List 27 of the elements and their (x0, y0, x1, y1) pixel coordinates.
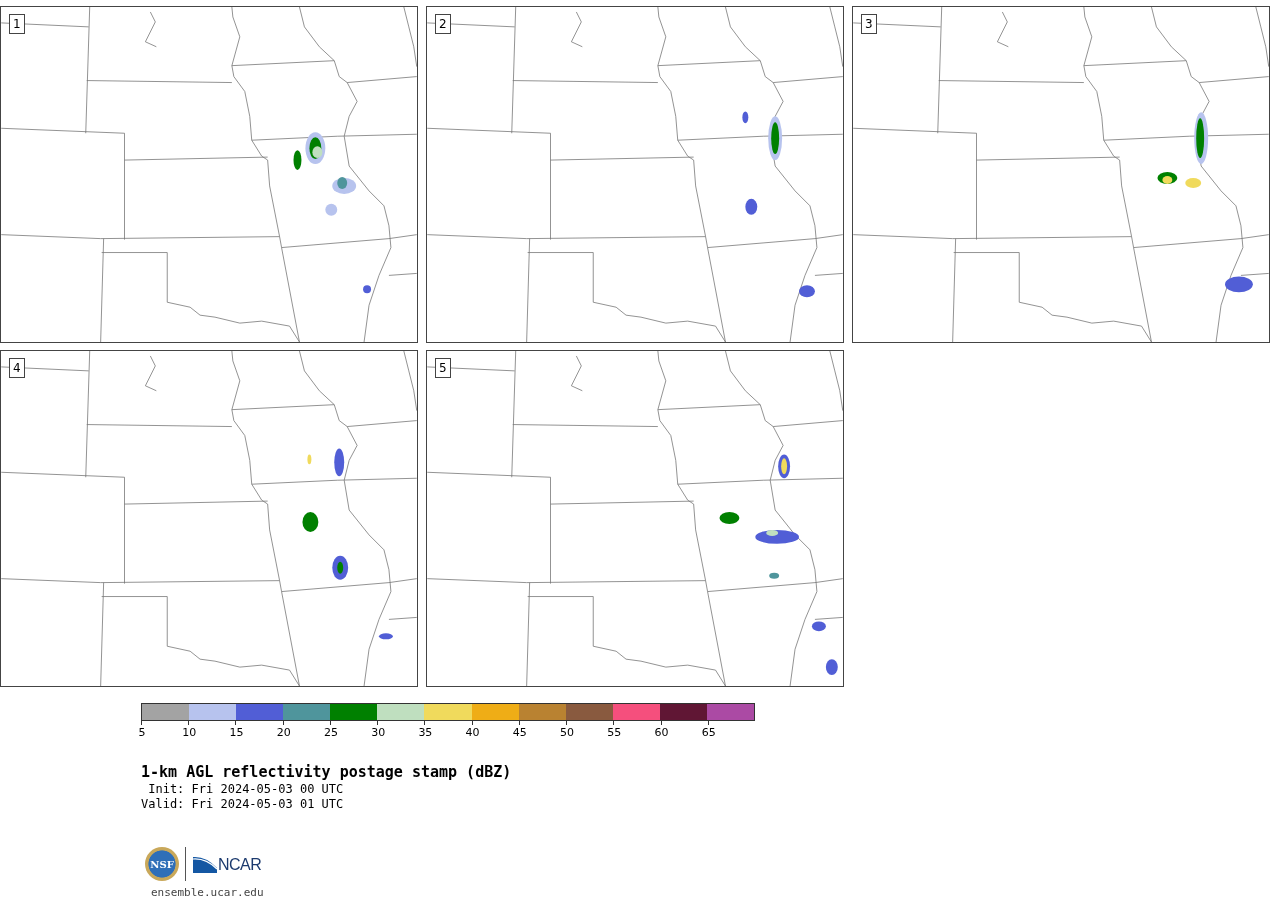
tick-label: 50 (560, 726, 575, 739)
time-value: Fri 2024-05-03 01 UTC (191, 797, 344, 812)
time-value: Fri 2024-05-03 00 UTC (191, 782, 344, 797)
time-label: Valid: (141, 797, 185, 812)
panel-number: 5 (435, 358, 451, 378)
panel-number: 1 (9, 14, 25, 34)
panel-number: 4 (9, 358, 25, 378)
tick-label: 30 (371, 726, 386, 739)
tick-label: 65 (701, 726, 716, 739)
ncar-logo: NCAR (218, 856, 262, 874)
panel-number: 2 (435, 14, 451, 34)
time-label: Init: (147, 782, 185, 797)
website-url: ensemble.ucar.edu (151, 886, 265, 899)
tick-label: 55 (607, 726, 622, 739)
tick-label: 45 (512, 726, 527, 739)
tick-label: 60 (654, 726, 669, 739)
tick-label: 5 (138, 726, 146, 739)
plot-title: 1-km AGL reflectivity postage stamp (dBZ) (141, 763, 513, 781)
tick-label: 40 (465, 726, 480, 739)
nsf-logo: NSF (145, 847, 179, 881)
tick-label: 35 (418, 726, 433, 739)
tick-label: 25 (323, 726, 338, 739)
tick-label: 10 (182, 726, 197, 739)
tick-label: 20 (276, 726, 291, 739)
tick-label: 15 (229, 726, 244, 739)
swoosh-icon (192, 854, 218, 874)
panel-number: 3 (861, 14, 877, 34)
